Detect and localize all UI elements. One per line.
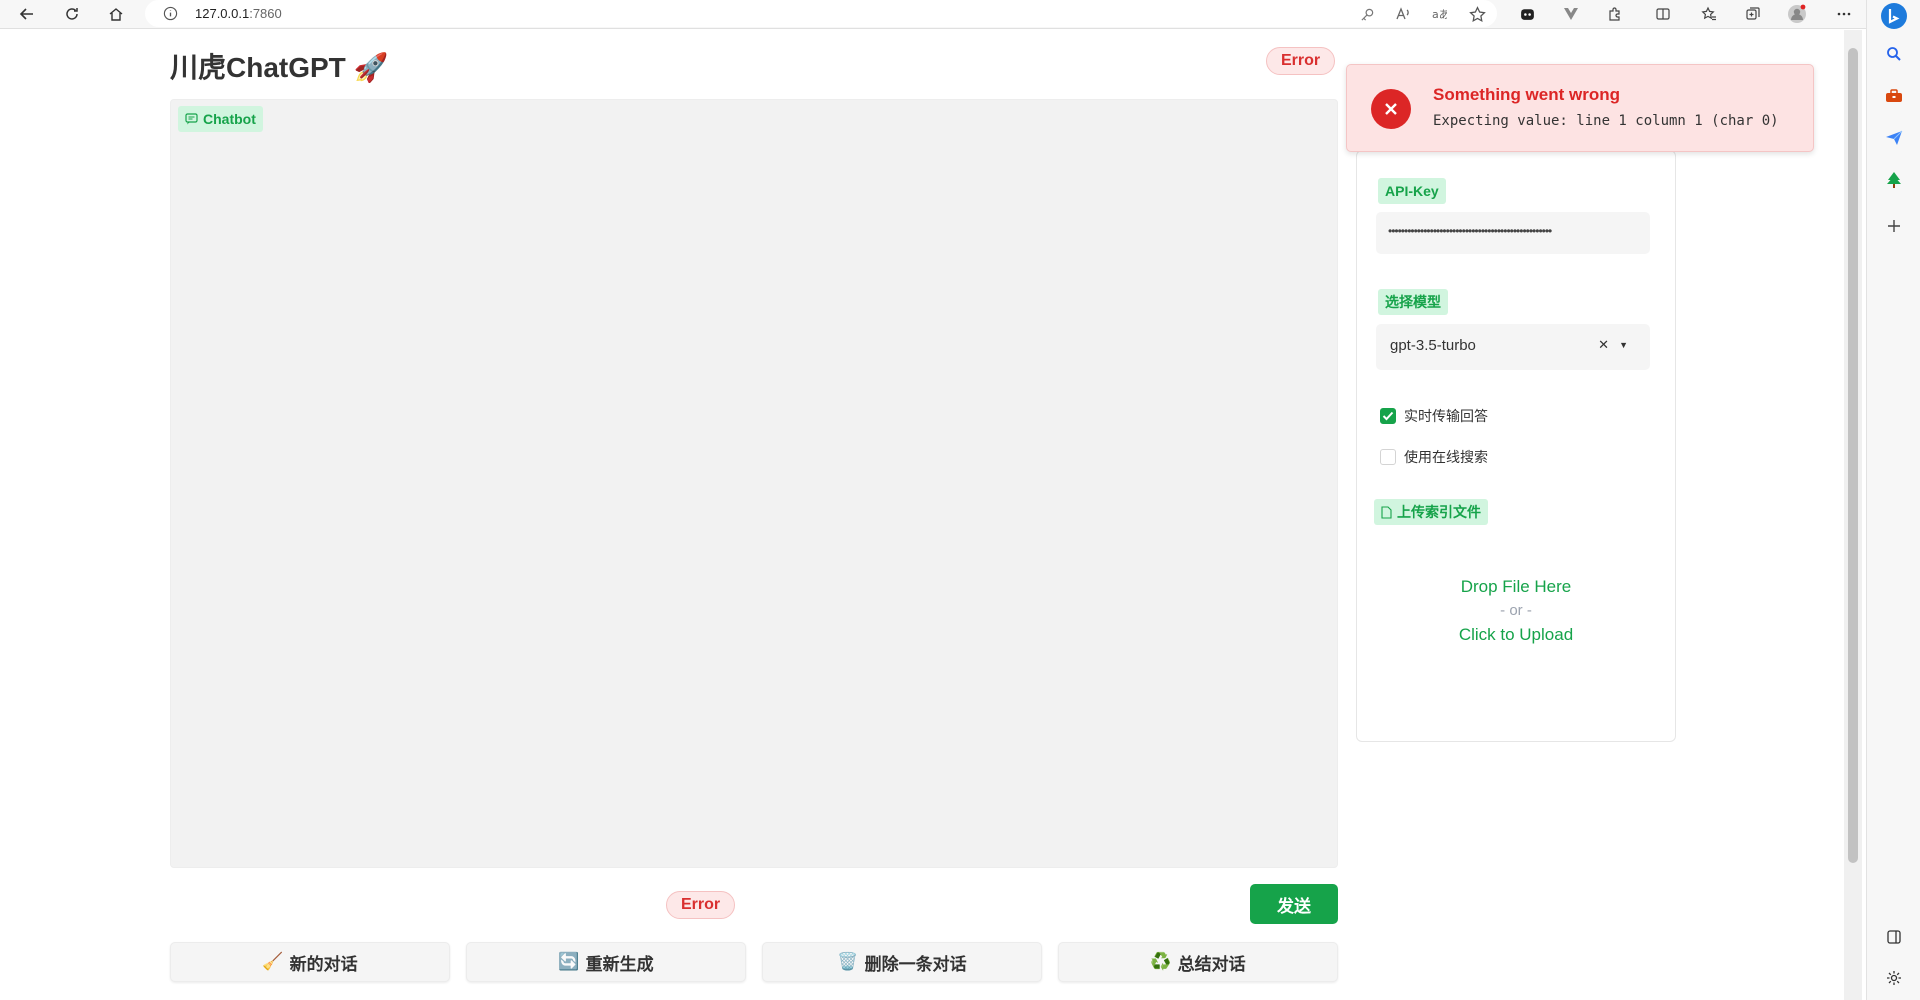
chatbot-label: Chatbot (178, 106, 263, 132)
regenerate-button[interactable]: 🔄 重新生成 (466, 942, 746, 982)
url-host: 127.0.0.1 (195, 6, 250, 21)
model-selected-value: gpt-3.5-turbo (1390, 337, 1476, 354)
model-controls: ✕ ▼ (1598, 337, 1628, 353)
toast-message: Expecting value: line 1 column 1 (char 0… (1433, 113, 1779, 129)
or-text: - or - (1500, 602, 1532, 619)
stream-checkbox-row[interactable]: 实时传输回答 (1380, 406, 1488, 426)
add-favorite-icon[interactable] (1466, 3, 1488, 25)
tools-icon[interactable] (1882, 84, 1906, 108)
model-label-text: 选择模型 (1385, 294, 1441, 310)
title-text: 川虎ChatGPT (170, 52, 346, 83)
toast-title: Something went wrong (1433, 85, 1620, 104)
url-text[interactable]: 127.0.0.1:7860 (195, 6, 282, 21)
chatbot-panel[interactable]: Chatbot (170, 99, 1338, 868)
key-icon[interactable] (1356, 3, 1378, 25)
scrollbar-thumb[interactable] (1848, 48, 1858, 863)
upload-label: 上传索引文件 (1374, 499, 1488, 525)
browser-toolbar: 127.0.0.1:7860 aあ (0, 0, 1920, 29)
profile-avatar-icon[interactable] (1786, 3, 1808, 25)
collections-icon[interactable] (1742, 3, 1764, 25)
rocket-icon: 🚀 (353, 52, 389, 83)
add-icon[interactable] (1882, 214, 1906, 238)
extension-icon[interactable] (1516, 3, 1538, 25)
error-toast[interactable]: Something went wrong Expecting value: li… (1346, 64, 1814, 152)
status-badge-input-text: Error (681, 896, 721, 913)
new-chat-button[interactable]: 🧹 新的对话 (170, 942, 450, 982)
api-key-label-text: API-Key (1385, 183, 1439, 199)
recycle-icon: ♻️ (1150, 952, 1172, 971)
split-screen-icon[interactable] (1652, 3, 1674, 25)
send-icon[interactable] (1882, 126, 1906, 150)
url-port: :7860 (249, 6, 282, 21)
favorites-icon[interactable] (1698, 3, 1720, 25)
message-input[interactable] (170, 880, 1338, 930)
summarize-label: 总结对话 (1177, 954, 1246, 974)
svg-text:aあ: aあ (1432, 8, 1447, 21)
new-chat-label: 新的对话 (289, 954, 358, 974)
chat-bubble-icon (185, 113, 198, 125)
stream-label: 实时传输回答 (1404, 408, 1488, 424)
file-drop-zone[interactable]: Drop File Here - or - Click to Upload (1376, 575, 1656, 647)
page-scrollbar[interactable] (1844, 30, 1862, 1000)
upload-label-text: 上传索引文件 (1397, 504, 1481, 520)
info-icon[interactable] (163, 6, 178, 21)
regenerate-label: 重新生成 (585, 954, 654, 974)
api-key-value: ••••••••••••••••••••••••••••••••••••••••… (1388, 224, 1552, 238)
page-title: 川虎ChatGPT 🚀 (170, 46, 388, 86)
trash-icon: 🗑️ (837, 952, 859, 971)
checkmark-icon (1382, 411, 1394, 421)
delete-message-button[interactable]: 🗑️ 删除一条对话 (762, 942, 1042, 982)
home-button[interactable] (103, 2, 129, 26)
send-button[interactable]: 发送 (1250, 884, 1338, 924)
sidebar-toggle-icon[interactable] (1882, 925, 1906, 949)
status-badge-top: Error (1266, 47, 1336, 75)
stream-checkbox[interactable] (1380, 408, 1396, 424)
refresh-icon (66, 8, 78, 20)
bing-copilot-icon[interactable] (1880, 2, 1908, 30)
search-label: 使用在线搜索 (1404, 449, 1488, 465)
status-badge-input: Error (666, 891, 736, 919)
read-aloud-icon[interactable] (1392, 3, 1414, 25)
error-close-icon (1371, 89, 1411, 129)
browser-sidebar (1866, 0, 1920, 1000)
search-checkbox[interactable] (1380, 449, 1396, 465)
summarize-button[interactable]: ♻️ 总结对话 (1058, 942, 1338, 982)
refresh-emoji-icon: 🔄 (558, 952, 580, 971)
file-icon (1381, 505, 1392, 519)
model-label: 选择模型 (1378, 289, 1448, 315)
refresh-button[interactable] (59, 2, 85, 26)
api-key-field[interactable]: ••••••••••••••••••••••••••••••••••••••••… (1376, 212, 1650, 254)
extensions-puzzle-icon[interactable] (1604, 3, 1626, 25)
model-dropdown[interactable]: gpt-3.5-turbo ✕ ▼ (1376, 324, 1650, 370)
address-bar[interactable]: 127.0.0.1:7860 (145, 0, 1497, 27)
settings-gear-icon[interactable] (1882, 966, 1906, 990)
chevron-down-icon[interactable]: ▼ (1619, 340, 1628, 353)
status-badge-text: Error (1281, 52, 1321, 69)
search-icon[interactable] (1882, 42, 1906, 66)
chatbot-label-text: Chatbot (203, 111, 256, 127)
api-key-label: API-Key (1378, 178, 1446, 204)
broom-icon: 🧹 (262, 952, 284, 971)
drop-file-text: Drop File Here (1460, 577, 1572, 596)
back-button[interactable] (14, 2, 40, 26)
home-icon (109, 8, 123, 21)
translate-icon[interactable]: aあ (1428, 3, 1450, 25)
click-upload-text[interactable]: Click to Upload (1376, 623, 1656, 647)
tree-icon[interactable] (1882, 168, 1906, 192)
search-checkbox-row[interactable]: 使用在线搜索 (1380, 447, 1488, 467)
vue-devtools-icon[interactable] (1560, 3, 1582, 25)
back-arrow-icon (19, 8, 33, 20)
delete-message-label: 删除一条对话 (864, 954, 967, 974)
more-menu-icon[interactable] (1833, 3, 1855, 25)
clear-icon[interactable]: ✕ (1598, 337, 1609, 353)
